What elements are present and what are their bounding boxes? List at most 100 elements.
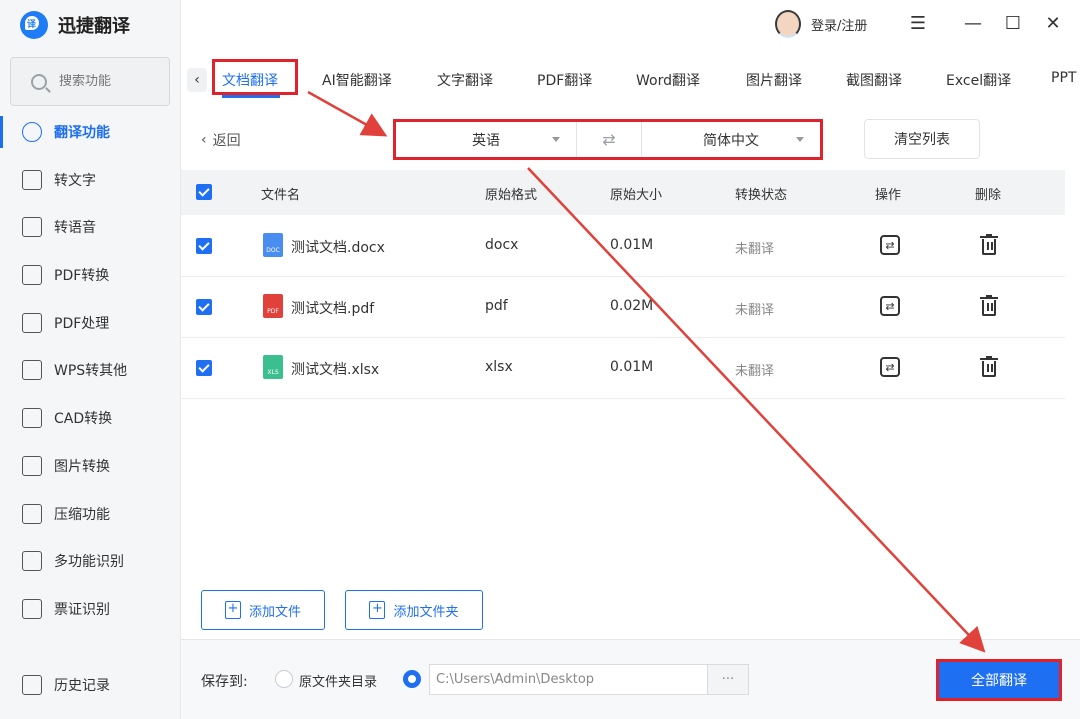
sidebar: 译 迅捷翻译 翻译功能 转文字 转语音 PDF转换 PDF处理 WPS转其他 C… — [0, 0, 181, 719]
column-header-status: 转换状态 — [735, 188, 788, 203]
sidebar-item-compress[interactable]: 压缩功能 — [0, 494, 180, 534]
sidebar-item-cad-convert[interactable]: CAD转换 — [0, 398, 180, 438]
file-name: 测试文档.pdf — [291, 301, 375, 317]
row-checkbox[interactable] — [196, 238, 212, 254]
file-status: 未翻译 — [735, 364, 775, 379]
tab-screenshot-translate[interactable]: 截图翻译 — [846, 70, 902, 90]
sidebar-item-label: 票证识别 — [54, 602, 110, 618]
column-header-format: 原始格式 — [485, 188, 538, 203]
app-logo-icon: 译 — [20, 11, 48, 39]
file-size: 0.01M — [610, 237, 654, 253]
cad-icon — [22, 408, 42, 428]
chevron-down-icon — [552, 137, 560, 142]
back-button[interactable]: ‹ 返回 — [201, 130, 241, 150]
translate-action-icon[interactable]: ⇄ — [880, 357, 900, 377]
add-folder-label: 添加文件夹 — [393, 604, 459, 620]
tab-pdf-translate[interactable]: PDF翻译 — [537, 70, 592, 90]
search-box[interactable] — [10, 57, 170, 106]
translate-action-icon[interactable]: ⇄ — [880, 296, 900, 316]
file-name: 测试文档.docx — [291, 240, 385, 256]
target-language-select[interactable]: 简体中文 — [642, 122, 820, 157]
save-path-input[interactable] — [430, 665, 707, 694]
file-status: 未翻译 — [735, 303, 775, 318]
sidebar-item-multi-recognize[interactable]: 多功能识别 — [0, 541, 180, 581]
tab-ai-translate[interactable]: AI智能翻译 — [322, 70, 392, 90]
trash-icon[interactable] — [980, 295, 998, 317]
file-size: 0.01M — [610, 359, 654, 375]
minimize-icon[interactable]: — — [962, 12, 984, 34]
source-language-select[interactable]: 英语 — [396, 122, 576, 157]
add-folder-button[interactable]: + 添加文件夹 — [345, 590, 483, 630]
sidebar-item-label: CAD转换 — [54, 411, 113, 427]
file-name: 测试文档.xlsx — [291, 362, 380, 378]
browse-folder-button[interactable]: ··· — [707, 665, 748, 694]
eye-scan-icon — [22, 551, 42, 571]
clear-list-button[interactable]: 清空列表 — [864, 119, 980, 159]
image-convert-icon — [22, 456, 42, 476]
column-header-delete: 删除 — [975, 188, 1002, 203]
sidebar-item-label: PDF处理 — [54, 316, 110, 332]
sidebar-item-label: 翻译功能 — [54, 125, 110, 141]
close-icon[interactable]: ✕ — [1042, 12, 1064, 34]
tab-ppt-translate[interactable]: PPT — [1051, 70, 1076, 86]
sidebar-item-label: PDF转换 — [54, 268, 110, 284]
docx-file-icon: DOC — [263, 233, 283, 257]
sidebar-item-image-convert[interactable]: 图片转换 — [0, 446, 180, 486]
login-link[interactable]: 登录/注册 — [811, 15, 867, 34]
language-selector: 英语 ⇄ 简体中文 — [393, 119, 823, 160]
sidebar-item-translate[interactable]: 翻译功能 — [0, 112, 180, 152]
sidebar-item-label: WPS转其他 — [54, 363, 128, 379]
sidebar-item-wps-convert[interactable]: WPS转其他 — [0, 350, 180, 390]
radio-original-folder[interactable] — [275, 670, 293, 688]
table-row: DOC 测试文档.docx docx 0.01M 未翻译 ⇄ — [181, 216, 1065, 277]
select-all-checkbox[interactable] — [196, 184, 212, 200]
sidebar-item-speech-to-text[interactable]: 转文字 — [0, 160, 180, 200]
column-header-filename: 文件名 — [261, 188, 301, 203]
trash-icon[interactable] — [980, 356, 998, 378]
app-logo-text: 译 — [27, 20, 37, 30]
add-folder-icon: + — [369, 601, 386, 619]
menu-icon[interactable]: ☰ — [907, 12, 929, 34]
translate-action-icon[interactable]: ⇄ — [880, 235, 900, 255]
radio-custom-path[interactable] — [403, 670, 421, 688]
maximize-icon[interactable]: ☐ — [1002, 12, 1024, 34]
sidebar-item-ticket-recognize[interactable]: 票证识别 — [0, 589, 180, 629]
save-path-field: ··· — [429, 664, 749, 695]
chevron-down-icon — [796, 137, 804, 142]
add-file-icon: + — [224, 601, 241, 619]
file-format: xlsx — [485, 359, 513, 375]
table-row: XLS 测试文档.xlsx xlsx 0.01M 未翻译 ⇄ — [181, 338, 1065, 399]
chevron-left-icon: ‹ — [201, 132, 207, 148]
translate-all-button[interactable]: 全部翻译 — [936, 659, 1062, 701]
tab-image-translate[interactable]: 图片翻译 — [746, 70, 802, 90]
target-language-value: 简体中文 — [703, 132, 759, 149]
tab-scroll-left-icon[interactable]: ‹ — [187, 68, 207, 92]
sidebar-item-text-to-speech[interactable]: 转语音 — [0, 207, 180, 247]
active-tab-underline — [222, 95, 280, 98]
history-icon — [22, 675, 42, 695]
add-file-button[interactable]: + 添加文件 — [201, 590, 325, 630]
add-file-label: 添加文件 — [248, 604, 301, 620]
row-checkbox[interactable] — [196, 299, 212, 315]
translate-icon — [22, 122, 42, 142]
pdf-file-icon: PDF — [263, 294, 283, 318]
source-language-value: 英语 — [472, 132, 500, 149]
sidebar-item-pdf-process[interactable]: PDF处理 — [0, 303, 180, 343]
column-header-operation: 操作 — [875, 188, 902, 203]
tab-document-translate[interactable]: 文档翻译 — [222, 70, 278, 90]
sidebar-item-label: 转语音 — [54, 220, 96, 236]
sidebar-item-pdf-convert[interactable]: PDF转换 — [0, 255, 180, 295]
file-status: 未翻译 — [735, 242, 775, 257]
tab-excel-translate[interactable]: Excel翻译 — [946, 70, 1011, 90]
pdf-process-icon — [22, 313, 42, 333]
swap-languages-icon[interactable]: ⇄ — [576, 122, 642, 157]
audio-wave-icon — [22, 217, 42, 237]
sidebar-item-history[interactable]: 历史记录 — [0, 665, 180, 705]
row-checkbox[interactable] — [196, 360, 212, 376]
trash-icon[interactable] — [980, 234, 998, 256]
avatar[interactable] — [775, 10, 801, 38]
tab-word-translate[interactable]: Word翻译 — [636, 70, 700, 90]
sidebar-item-label: 转文字 — [54, 173, 96, 189]
tab-text-translate[interactable]: 文字翻译 — [437, 70, 493, 90]
search-input[interactable] — [59, 74, 159, 89]
